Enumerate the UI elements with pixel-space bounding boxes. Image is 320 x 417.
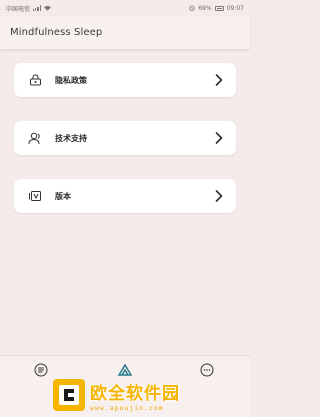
watermark: 欧全软件园 www.apoujin.com	[52, 377, 248, 413]
chevron-right-icon	[215, 190, 223, 202]
watermark-text: 欧全软件园 www.apoujin.com	[90, 379, 180, 412]
status-left: 中国电信	[6, 4, 51, 13]
tab-home[interactable]	[32, 361, 50, 379]
settings-menu: 隐私政策 技术支持 版本	[0, 50, 250, 213]
app-bar: Mindfulness Sleep	[0, 16, 250, 50]
privacy-policy-label: 隐私政策	[55, 75, 87, 85]
status-right: 69% 09:07	[189, 5, 244, 12]
tech-support-item[interactable]: 技术支持	[14, 121, 236, 155]
moon-icon	[117, 363, 133, 376]
version-item[interactable]: 版本	[14, 179, 236, 213]
chevron-right-icon	[215, 74, 223, 86]
support-person-icon	[28, 131, 42, 145]
battery-icon	[214, 5, 224, 11]
status-bar: 中国电信 69% 09:07	[0, 0, 250, 16]
home-icon	[34, 363, 48, 377]
privacy-policy-item[interactable]: 隐私政策	[14, 63, 236, 97]
wifi-icon	[43, 5, 51, 11]
clock-text: 09:07	[226, 4, 244, 12]
tech-support-label: 技术支持	[55, 133, 87, 143]
app-title: Mindfulness Sleep	[10, 27, 103, 38]
bottom-nav: 欧全软件园 www.apoujin.com	[0, 355, 250, 417]
watermark-title: 欧全软件园	[90, 383, 180, 404]
watermark-url: www.apoujin.com	[90, 403, 164, 412]
carrier-text: 中国电信	[6, 5, 31, 13]
battery-percent: 69%	[198, 4, 212, 12]
chevron-right-icon	[215, 132, 223, 144]
more-icon	[200, 363, 214, 377]
screen: 中国电信 69% 09:07 Mindfulness Sleep 隐私政策 技术…	[0, 0, 250, 417]
signal-icon	[33, 5, 41, 11]
version-icon	[28, 189, 42, 203]
lock-icon	[28, 73, 42, 87]
alarm-icon	[189, 5, 196, 11]
version-label: 版本	[55, 191, 71, 201]
watermark-logo-icon	[53, 379, 85, 411]
